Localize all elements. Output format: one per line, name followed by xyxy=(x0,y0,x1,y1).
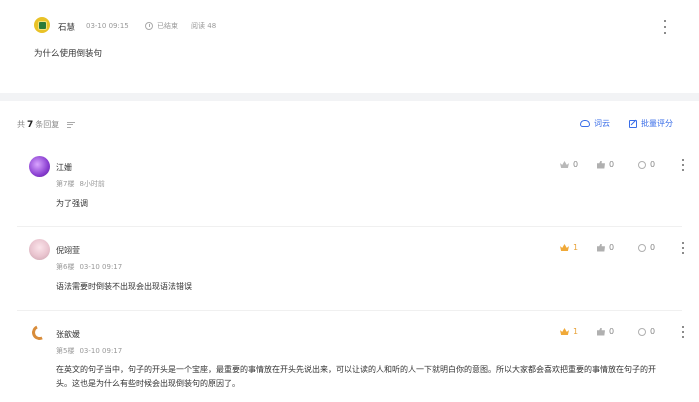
crown-icon xyxy=(560,244,569,251)
comment-icon xyxy=(638,327,646,336)
crown-stat[interactable]: 1 xyxy=(560,243,578,252)
comment-button[interactable]: 0 xyxy=(638,243,655,252)
crown-stat[interactable]: 1 xyxy=(560,327,578,336)
reply-item: 江姗 第7楼 8小时前 为了强调 0 0 0 xyxy=(0,144,699,226)
more-options-icon[interactable] xyxy=(680,326,686,338)
like-button[interactable]: 0 xyxy=(597,160,614,169)
thumb-up-icon xyxy=(597,160,605,169)
replies-section: 共 7 条回复 词云 批量评分 江姗 第7楼 8小时前 为了强调 0 0 0 倪翊… xyxy=(0,101,699,402)
reply-meta: 第6楼 03-10 09:17 xyxy=(56,263,123,271)
comment-button[interactable]: 0 xyxy=(638,327,655,336)
reply-item: 张歆媛 第5楼 03-10 09:17 在英文的句子当中，句子的开头是一个宝座，最… xyxy=(0,311,699,402)
word-cloud-button[interactable]: 词云 xyxy=(580,118,610,129)
sort-icon[interactable] xyxy=(67,121,76,128)
crown-icon xyxy=(560,161,569,168)
reply-item: 倪翊萱 第6楼 03-10 09:17 语法需要时倒装不出现会出现语法错误 1 0… xyxy=(0,227,699,310)
avatar[interactable] xyxy=(29,323,50,344)
crown-stat[interactable]: 0 xyxy=(560,160,578,169)
avatar[interactable] xyxy=(29,156,50,177)
like-button[interactable]: 0 xyxy=(597,243,614,252)
thumb-up-icon xyxy=(597,327,605,336)
post-time: 03-10 09:15 xyxy=(86,22,129,30)
reply-author[interactable]: 张歆媛 xyxy=(56,329,80,340)
post-question: 为什么使用倒装句 xyxy=(34,49,103,59)
post-author[interactable]: 石慧 xyxy=(58,21,75,33)
reply-author[interactable]: 江姗 xyxy=(56,162,72,173)
post-status: 已结束 xyxy=(145,21,178,31)
author-avatar[interactable] xyxy=(34,17,50,33)
post-status-label: 已结束 xyxy=(157,22,178,30)
cloud-icon xyxy=(580,120,590,127)
reply-content: 语法需要时倒装不出现会出现语法错误 xyxy=(56,282,192,291)
more-options-icon[interactable] xyxy=(680,159,686,171)
post-read-count: 阅读 48 xyxy=(191,22,217,30)
reply-author[interactable]: 倪翊萱 xyxy=(56,245,80,256)
batch-score-button[interactable]: 批量评分 xyxy=(629,118,673,129)
like-button[interactable]: 0 xyxy=(597,327,614,336)
comment-icon xyxy=(638,160,646,169)
reply-content: 为了强调 xyxy=(56,199,88,208)
comment-button[interactable]: 0 xyxy=(638,160,655,169)
clock-icon xyxy=(145,22,153,30)
more-options-icon[interactable] xyxy=(680,242,686,254)
reply-meta: 第7楼 8小时前 xyxy=(56,180,105,188)
reply-count-number: 7 xyxy=(27,119,34,130)
reply-content: 在英文的句子当中，句子的开头是一个宝座，最重要的事情放在开头先说出来，可以让读的… xyxy=(56,365,656,388)
reply-count: 共 7 条回复 xyxy=(17,119,76,130)
edit-icon xyxy=(629,119,637,128)
post-card: 石慧 03-10 09:15 已结束 阅读 48 为什么使用倒装句 xyxy=(0,0,699,93)
reply-meta: 第5楼 03-10 09:17 xyxy=(56,347,123,355)
thumb-up-icon xyxy=(597,243,605,252)
avatar[interactable] xyxy=(29,239,50,260)
comment-icon xyxy=(638,243,646,252)
more-options-icon[interactable] xyxy=(662,20,668,34)
crown-icon xyxy=(560,328,569,335)
